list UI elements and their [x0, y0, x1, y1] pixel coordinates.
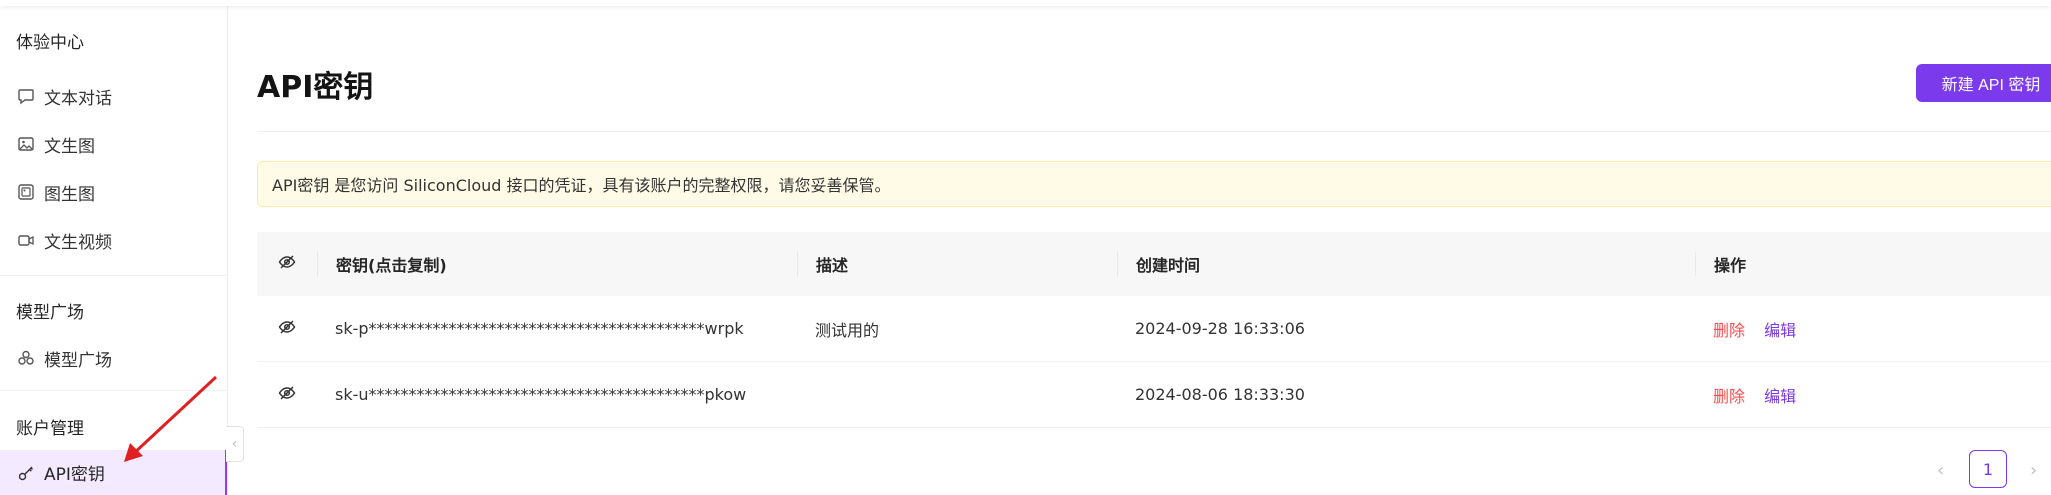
table-row: sk-p************************************…	[257, 296, 2051, 362]
header-divider	[257, 131, 2051, 132]
notice-banner: API密钥 是您访问 SiliconCloud 接口的凭证，具有该账户的完整权限…	[257, 161, 2051, 207]
eye-off-icon	[278, 253, 296, 275]
images-icon	[16, 182, 36, 202]
section-title-models: 模型广场	[16, 303, 84, 323]
section-title-account: 账户管理	[16, 419, 84, 439]
sidebar: 体验中心 文本对话 文生图 图生图 文生视频 模型广场 模型广场 账户管理 AP…	[0, 0, 228, 495]
sidebar-item-label: 文本对话	[44, 88, 112, 109]
api-key-value[interactable]: sk-u************************************…	[317, 385, 797, 404]
sidebar-item-label: 图生图	[44, 184, 95, 205]
sidebar-item-label: API密钥	[44, 465, 105, 485]
key-created-time: 2024-08-06 18:33:30	[1135, 385, 1305, 404]
edit-link[interactable]: 编辑	[1764, 387, 1796, 406]
sidebar-divider	[0, 390, 227, 391]
sidebar-item-label: 模型广场	[44, 350, 112, 371]
notice-text: API密钥 是您访问 SiliconCloud 接口的凭证，具有该账户的完整权限…	[272, 176, 891, 195]
sidebar-item-text-to-video[interactable]: 文生视频	[0, 220, 227, 260]
key-created-time: 2024-09-28 16:33:06	[1135, 319, 1305, 338]
sidebar-item-model-plaza[interactable]: 模型广场	[0, 338, 227, 378]
sidebar-item-text-to-image[interactable]: 文生图	[0, 124, 227, 164]
pagination-prev-button[interactable]: ‹	[1937, 460, 1944, 481]
pagination-next-button[interactable]: ›	[2030, 460, 2037, 481]
row-actions: 删除 编辑	[1695, 383, 2051, 407]
column-header-actions: 操作	[1695, 252, 2051, 276]
new-api-key-button[interactable]: 新建 API 密钥	[1916, 64, 2051, 102]
row-actions: 删除 编辑	[1695, 317, 2051, 341]
column-header-created: 创建时间	[1117, 252, 1695, 276]
sidebar-item-image-to-image[interactable]: 图生图	[0, 172, 227, 212]
api-key-value[interactable]: sk-p************************************…	[317, 319, 797, 338]
sidebar-item-api-keys[interactable]: API密钥	[0, 450, 227, 495]
eye-off-icon	[278, 384, 296, 406]
image-icon	[16, 134, 36, 154]
sidebar-divider	[0, 275, 227, 276]
delete-link[interactable]: 删除	[1713, 321, 1745, 340]
video-icon	[16, 230, 36, 250]
delete-link[interactable]: 删除	[1713, 387, 1745, 406]
sidebar-item-label: 文生视频	[44, 232, 112, 253]
key-description: 测试用的	[815, 320, 880, 340]
edit-link[interactable]: 编辑	[1764, 321, 1796, 340]
visibility-toggle-all[interactable]	[257, 253, 317, 275]
chevron-left-icon: ‹	[231, 436, 238, 452]
key-icon	[16, 463, 36, 483]
eye-off-icon	[278, 318, 296, 340]
table-row: sk-u************************************…	[257, 362, 2051, 428]
top-bar	[0, 0, 2051, 6]
pagination-page-1[interactable]: 1	[1969, 450, 2007, 488]
table-header: 密钥(点击复制) 描述 创建时间 操作	[257, 232, 2051, 296]
models-icon	[16, 348, 36, 368]
api-key-table: 密钥(点击复制) 描述 创建时间 操作 sk-p****************…	[257, 232, 2051, 428]
column-header-description: 描述	[797, 252, 1117, 276]
column-header-key: 密钥(点击复制)	[317, 252, 797, 276]
page-title: API密钥	[257, 70, 374, 105]
sidebar-item-label: 文生图	[44, 136, 95, 157]
visibility-toggle[interactable]	[257, 384, 317, 406]
chat-bubble-icon	[16, 86, 36, 106]
main-content: API密钥 新建 API 密钥 API密钥 是您访问 SiliconCloud …	[257, 0, 2051, 493]
sidebar-item-text-chat[interactable]: 文本对话	[0, 76, 227, 116]
section-title-experience: 体验中心	[16, 33, 84, 53]
visibility-toggle[interactable]	[257, 318, 317, 340]
sidebar-collapse-button[interactable]: ‹	[226, 426, 244, 462]
